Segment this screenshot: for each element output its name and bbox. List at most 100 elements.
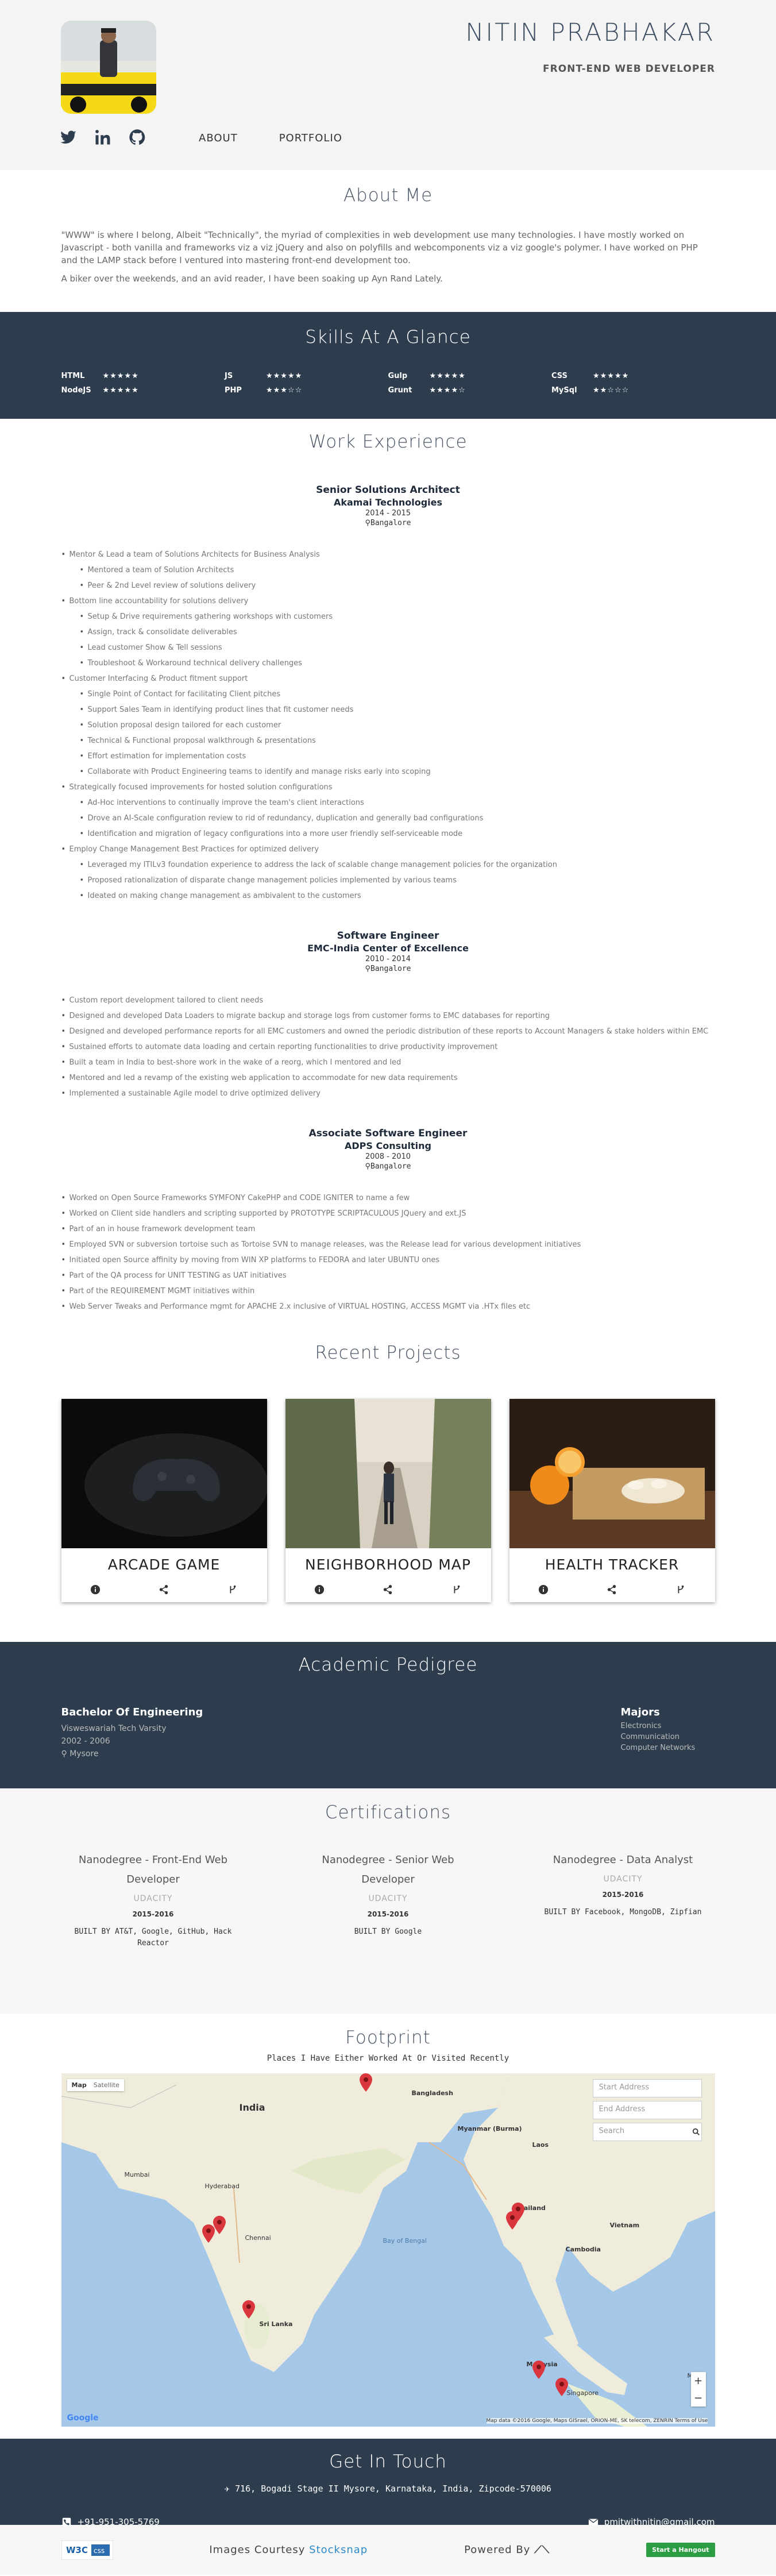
map-pin[interactable] — [555, 2378, 568, 2396]
cert-dates: 2015-2016 — [367, 1910, 409, 1918]
degree-dates: 2002 - 2006 — [61, 1737, 110, 1746]
job-location: ⚲Bangalore — [61, 519, 715, 527]
github-branch-icon[interactable] — [451, 1584, 462, 1595]
job-title: Software Engineer — [337, 930, 439, 942]
polymer-logo-icon: ⟋⟍ — [534, 2544, 550, 2556]
map-pin[interactable] — [359, 2073, 372, 2092]
sub-list: Mentored a team of Solution ArchitectsPe… — [70, 562, 715, 593]
about-section: About Me "WWW" is where I belong, Albeit… — [0, 170, 776, 312]
card-actions — [509, 1577, 715, 1602]
info-icon[interactable] — [90, 1584, 101, 1595]
map-pin[interactable] — [505, 2211, 519, 2230]
list-item-text: Bottom line accountability for solutions… — [69, 597, 249, 606]
image-courtesy: Images Courtesy Stocksnap — [209, 2544, 368, 2556]
projects-title: Recent Projects — [315, 1343, 461, 1363]
cert-card: Nanodegree - Front-End Web Developer UDA… — [61, 1850, 245, 1949]
skill-item: Grunt ★★★★☆ — [388, 386, 552, 395]
stocksnap-link[interactable]: Stocksnap — [309, 2544, 368, 2556]
major-item: Electronics — [620, 1722, 662, 1730]
github-icon[interactable] — [129, 129, 146, 146]
phone-icon — [61, 2517, 72, 2527]
list-item: Web Server Tweaks and Performance mgmt f… — [61, 1299, 715, 1314]
map-label-bangladesh: Bangladesh — [411, 2089, 453, 2097]
linkedin-icon[interactable] — [94, 129, 111, 146]
cert-org: UDACITY — [368, 1894, 408, 1903]
sub-list-item: Support Sales Team in identifying produc… — [80, 702, 715, 718]
list-item: Employed SVN or subversion tortoise such… — [61, 1237, 715, 1252]
work-section: Work Experience Senior Solutions Archite… — [0, 419, 776, 1326]
academic-section: Academic Pedigree Bachelor Of Engineerin… — [0, 1642, 776, 1788]
map-type-map[interactable]: Map — [72, 2081, 87, 2089]
list-item: Initiated open Source affinity by moving… — [61, 1252, 715, 1268]
end-address-input[interactable]: End Address — [592, 2101, 702, 2119]
share-icon[interactable] — [607, 1584, 617, 1595]
sub-list-item: Peer & 2nd Level review of solutions del… — [80, 578, 715, 593]
email-link[interactable]: pmitwithnitin@gmail.com — [588, 2517, 715, 2527]
map-label-laos: Laos — [532, 2141, 549, 2149]
list-item: Mentored and led a revamp of the existin… — [61, 1070, 715, 1086]
skill-name: MySql — [551, 386, 577, 395]
info-icon[interactable] — [538, 1584, 549, 1595]
job-company: Akamai Technologies — [333, 497, 443, 508]
main-nav: ABOUT PORTFOLIO — [199, 132, 342, 144]
github-branch-icon[interactable] — [675, 1584, 686, 1595]
info-icon[interactable] — [314, 1584, 325, 1595]
majors-block: Majors Electronics Communication Compute… — [621, 1706, 715, 1762]
job-dates: 2008 - 2010 — [365, 1152, 411, 1161]
project-title: HEALTH TRACKER — [545, 1556, 680, 1573]
list-item: Designed and developed performance repor… — [61, 1024, 715, 1039]
address-text: 716, Bogadi Stage II Mysore, Karnataka, … — [235, 2484, 551, 2494]
map-type-satellite[interactable]: Satellite — [94, 2081, 119, 2089]
map-type-toggle: Map Satellite — [67, 2079, 124, 2091]
map-pin[interactable] — [213, 2216, 226, 2234]
map-pin[interactable] — [242, 2300, 255, 2319]
footprint-map[interactable]: Map Satellite Start Address End Address … — [61, 2073, 715, 2427]
project-card[interactable]: HEALTH TRACKER — [509, 1399, 715, 1602]
project-card[interactable]: ARCADE GAME — [61, 1399, 267, 1602]
w3c-css-badge[interactable]: W3C css — [61, 2540, 113, 2560]
email-address: pmitwithnitin@gmail.com — [604, 2517, 715, 2527]
contact-section: Get In Touch ✈ 716, Bogadi Stage II Myso… — [0, 2439, 776, 2527]
list-item: Strategically focused improvements for h… — [61, 780, 715, 842]
share-icon[interactable] — [383, 1584, 393, 1595]
job-dates: 2010 - 2014 — [365, 955, 411, 963]
cert-title: Nanodegree - Senior Web Developer — [322, 1854, 454, 1885]
list-item: Part of the REQUIREMENT MGMT initiatives… — [61, 1283, 715, 1299]
map-pin[interactable] — [532, 2361, 545, 2379]
skill-item: MySql ★★☆☆☆ — [551, 386, 715, 395]
game-controller-image — [61, 1399, 267, 1548]
cert-by: BUILT BY Facebook, MongoDB, Zipfian — [544, 1908, 702, 1916]
courtesy-prefix: Images Courtesy — [209, 2544, 306, 2556]
skill-name: NodeJS — [61, 386, 91, 395]
cert-title: Nanodegree - Data Analyst — [553, 1854, 693, 1866]
phone-link[interactable]: +91-951-305-5769 — [61, 2517, 160, 2527]
github-branch-icon[interactable] — [227, 1584, 238, 1595]
map-marker-icon: ⚲ — [365, 965, 371, 973]
card-actions — [285, 1577, 491, 1602]
map-search-input[interactable]: Search — [592, 2123, 702, 2141]
nav-portfolio[interactable]: PORTFOLIO — [279, 132, 342, 144]
share-icon[interactable] — [159, 1584, 169, 1595]
footprint-subtitle: Places I Have Either Worked At Or Visite… — [267, 2054, 509, 2063]
project-card[interactable]: NEIGHBORHOOD MAP — [285, 1399, 491, 1602]
cert-title: Nanodegree - Front-End Web Developer — [78, 1854, 228, 1885]
skill-item: NodeJS ★★★★★ — [61, 386, 225, 395]
certifications-section: Certifications Nanodegree - Front-End We… — [0, 1788, 776, 2014]
search-icon[interactable] — [692, 2127, 700, 2135]
sub-list: Leveraged my ITILv3 foundation experienc… — [70, 857, 715, 904]
list-item: Worked on Open Source Frameworks SYMFONY… — [61, 1190, 715, 1206]
skill-rating: ★★★☆☆ — [266, 386, 303, 395]
paper-plane-icon: ✈ — [225, 2484, 235, 2494]
list-item-text: Part of the QA process for UNIT TESTING … — [69, 1271, 287, 1280]
start-hangout-button[interactable]: Start a Hangout — [646, 2543, 715, 2557]
degree-block: Bachelor Of Engineering Visweswariah Tec… — [61, 1706, 203, 1762]
zoom-in-icon[interactable]: + — [694, 2375, 702, 2387]
skill-name: JS — [225, 372, 233, 380]
start-address-input[interactable]: Start Address — [592, 2079, 702, 2097]
list-item: Sustained efforts to automate data loadi… — [61, 1039, 715, 1055]
skills-title: Skills At A Glance — [305, 327, 471, 348]
nav-about[interactable]: ABOUT — [199, 132, 238, 144]
about-paragraph: A biker over the weekends, and an avid r… — [61, 273, 443, 284]
zoom-out-icon[interactable]: − — [694, 2392, 702, 2404]
twitter-icon[interactable] — [60, 129, 77, 146]
